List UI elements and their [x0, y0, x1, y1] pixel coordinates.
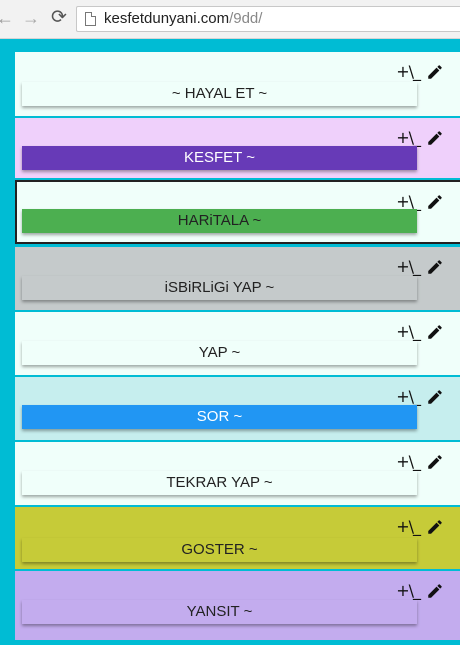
- card-6[interactable]: +\_ SOR ~: [15, 377, 460, 440]
- url-domain: kesfetdunyani.com: [104, 10, 230, 27]
- card-title-bar[interactable]: GOSTER ~: [22, 538, 417, 562]
- card-tools: +\_: [396, 62, 444, 81]
- reload-icon[interactable]: ⟳: [48, 7, 70, 29]
- add-branch-button[interactable]: +\_: [396, 128, 421, 147]
- url-path: /9dd/: [229, 10, 263, 27]
- browser-toolbar: ← → ⟳ kesfetdunyani.com/9dd/: [0, 0, 460, 39]
- card-title-bar[interactable]: SOR ~: [22, 405, 417, 429]
- pencil-icon[interactable]: [426, 193, 444, 211]
- add-branch-button[interactable]: +\_: [396, 62, 421, 81]
- pencil-icon[interactable]: [426, 323, 444, 341]
- page-icon: [85, 12, 96, 26]
- card-tools: +\_: [396, 322, 444, 341]
- card-title-bar[interactable]: iSBiRLiGi YAP ~: [22, 276, 417, 300]
- pencil-icon[interactable]: [426, 258, 444, 276]
- pencil-icon[interactable]: [426, 518, 444, 536]
- card-title-bar[interactable]: TEKRAR YAP ~: [22, 471, 417, 495]
- card-title-bar[interactable]: YANSIT ~: [22, 600, 417, 624]
- back-arrow-icon[interactable]: ←: [0, 7, 16, 29]
- add-branch-button[interactable]: +\_: [396, 387, 421, 406]
- card-tools: +\_: [396, 128, 444, 147]
- card-tools: +\_: [396, 257, 444, 276]
- card-tools: +\_: [396, 452, 444, 471]
- card-7[interactable]: +\_ TEKRAR YAP ~: [15, 442, 460, 505]
- add-branch-button[interactable]: +\_: [396, 581, 421, 600]
- pencil-icon[interactable]: [426, 63, 444, 81]
- card-3[interactable]: +\_ HARiTALA ~: [15, 180, 460, 244]
- card-title-bar[interactable]: HARiTALA ~: [22, 209, 417, 233]
- card-4[interactable]: +\_ iSBiRLiGi YAP ~: [15, 247, 460, 310]
- card-title-bar[interactable]: YAP ~: [22, 341, 417, 365]
- add-branch-button[interactable]: +\_: [396, 452, 421, 471]
- card-tools: +\_: [396, 517, 444, 536]
- pencil-icon[interactable]: [426, 129, 444, 147]
- pencil-icon[interactable]: [426, 388, 444, 406]
- pencil-icon[interactable]: [426, 582, 444, 600]
- card-title-bar[interactable]: ~ HAYAL ET ~: [22, 82, 417, 106]
- add-branch-button[interactable]: +\_: [396, 322, 421, 341]
- card-5[interactable]: +\_ YAP ~: [15, 312, 460, 375]
- pencil-icon[interactable]: [426, 453, 444, 471]
- card-tools: +\_: [396, 581, 444, 600]
- url-text[interactable]: kesfetdunyani.com/9dd/: [104, 10, 262, 27]
- card-tools: +\_: [396, 387, 444, 406]
- forward-arrow-icon[interactable]: →: [20, 7, 42, 29]
- add-branch-button[interactable]: +\_: [396, 517, 421, 536]
- card-list: +\_ ~ HAYAL ET ~ +\_ KESFET ~ +\_ HARiTALA ~ +…: [15, 52, 460, 640]
- card-1[interactable]: +\_ ~ HAYAL ET ~: [15, 52, 460, 116]
- card-2[interactable]: +\_ KESFET ~: [15, 118, 460, 178]
- card-9[interactable]: +\_ YANSIT ~: [15, 571, 460, 640]
- card-title-bar[interactable]: KESFET ~: [22, 146, 417, 170]
- address-bar[interactable]: kesfetdunyani.com/9dd/: [76, 6, 460, 32]
- add-branch-button[interactable]: +\_: [396, 257, 421, 276]
- card-8[interactable]: +\_ GOSTER ~: [15, 507, 460, 569]
